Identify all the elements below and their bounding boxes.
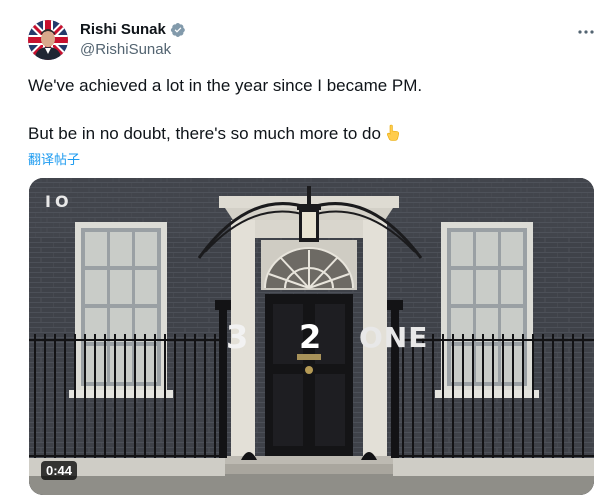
tweet-text-line-2: But be in no doubt, there's so much more…: [28, 124, 402, 144]
more-horizontal-icon[interactable]: [576, 22, 596, 42]
name-row: Rishi Sunak: [80, 21, 186, 38]
video-media[interactable]: IO 3 2 ONE 0:44: [29, 178, 594, 495]
verified-badge-icon: [170, 22, 186, 38]
pointing-down-emoji-icon: [384, 124, 402, 142]
translate-post-link[interactable]: 翻译帖子: [28, 149, 80, 168]
video-duration-badge: 0:44: [41, 461, 78, 480]
tweet-text-line-2-label: But be in no doubt, there's so much more…: [28, 124, 381, 143]
display-name[interactable]: Rishi Sunak: [80, 21, 166, 38]
tweet[interactable]: Rishi Sunak @RishiSunak We've achieved a…: [0, 0, 611, 499]
video-overlay-text: IO: [45, 192, 73, 211]
countdown-two: 2: [299, 318, 322, 356]
tweet-text-line-1: We've achieved a lot in the year since I…: [28, 76, 423, 95]
countdown-one: ONE: [359, 321, 429, 354]
handle[interactable]: @RishiSunak: [80, 41, 171, 58]
avatar[interactable]: [28, 20, 68, 60]
countdown-three: 3: [226, 318, 249, 356]
